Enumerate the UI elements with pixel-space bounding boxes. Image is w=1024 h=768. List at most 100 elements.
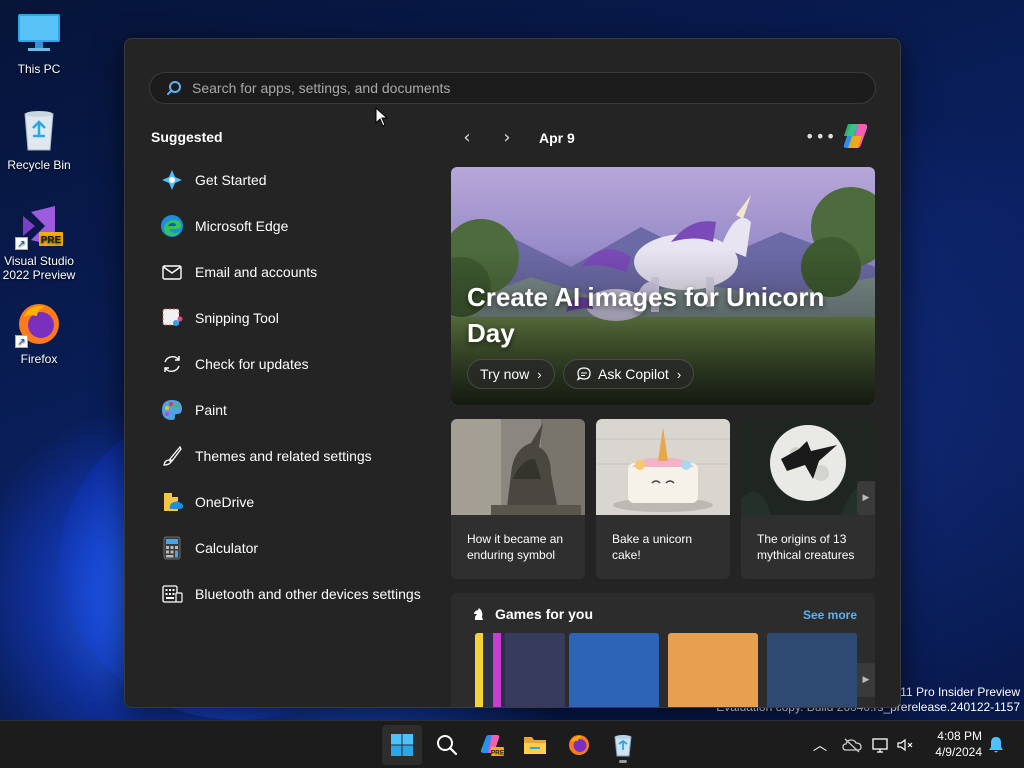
shortcut-arrow-icon: ↗ — [15, 335, 28, 348]
recycle-bin-icon — [15, 106, 63, 154]
file-explorer-button[interactable] — [515, 725, 555, 765]
desktop-icon-label: This PC — [17, 62, 61, 76]
suggested-item-email[interactable]: Email and accounts — [149, 249, 439, 295]
card-caption: How it became an enduring symbol — [467, 532, 564, 562]
try-now-label: Try now — [480, 366, 530, 382]
card-caption: Bake a unicorn cake! — [612, 532, 693, 562]
network-monitor-icon[interactable] — [872, 737, 890, 753]
paint-palette-icon — [159, 397, 185, 423]
suggested-item-check-updates[interactable]: Check for updates — [149, 341, 439, 387]
taskbar-clock[interactable]: 4:08 PM 4/9/2024 — [928, 728, 982, 760]
pre-badge: PRE — [491, 750, 504, 757]
suggested-item-get-started[interactable]: Get Started — [149, 157, 439, 203]
search-icon — [437, 735, 458, 756]
game-tile-2[interactable] — [569, 633, 659, 707]
monitor-icon — [15, 10, 63, 58]
chevron-left-icon[interactable]: ‹ — [455, 127, 479, 149]
running-indicator — [619, 760, 627, 763]
suggested-item-label: Themes and related settings — [195, 448, 372, 464]
taskbar-search-button[interactable] — [427, 725, 467, 765]
visual-studio-icon: PRE ↗ — [15, 202, 63, 250]
mouse-cursor-icon — [375, 107, 389, 127]
desktop-icon-this-pc[interactable]: This PC — [0, 10, 78, 76]
chevron-right-icon[interactable]: › — [495, 127, 519, 149]
copilot-icon: PRE — [480, 735, 504, 757]
chevron-up-icon[interactable]: ︿ — [810, 735, 830, 755]
ask-copilot-label: Ask Copilot — [598, 366, 669, 382]
desktop-icon-label: Visual Studio 2022 Preview — [2, 254, 76, 282]
brush-icon — [159, 443, 185, 469]
game-tile-4[interactable] — [767, 633, 857, 707]
search-input[interactable] — [192, 80, 792, 96]
pre-badge: PRE — [41, 235, 62, 246]
keyboard-devices-icon — [159, 581, 185, 607]
suggested-item-label: Microsoft Edge — [195, 218, 289, 234]
suggested-item-onedrive[interactable]: OneDrive — [149, 479, 439, 525]
suggested-item-edge[interactable]: Microsoft Edge — [149, 203, 439, 249]
copilot-icon[interactable] — [838, 121, 872, 151]
suggested-item-themes[interactable]: Themes and related settings — [149, 433, 439, 479]
sync-icon — [159, 351, 185, 377]
suggested-item-calculator[interactable]: Calculator — [149, 525, 439, 571]
see-more-link[interactable]: See more — [803, 608, 857, 622]
suggested-item-label: Calculator — [195, 540, 259, 556]
shortcut-arrow-icon: ↗ — [15, 237, 28, 250]
start-button[interactable] — [382, 725, 422, 765]
get-started-icon — [159, 167, 185, 193]
hero-card[interactable]: Create AI images for Unicorn Day Try now… — [451, 167, 875, 405]
search-icon — [167, 81, 181, 95]
ask-copilot-button[interactable]: Ask Copilot › — [563, 359, 695, 389]
suggested-item-label: OneDrive — [195, 494, 255, 510]
mail-icon — [159, 259, 185, 285]
dragon-moon-image — [741, 419, 875, 515]
unicorn-statue-image — [451, 419, 585, 515]
onedrive-offline-icon[interactable] — [842, 737, 862, 753]
feed-card-creatures[interactable]: The origins of 13 mythical creatures — [741, 419, 875, 579]
cards-scroll-right-icon[interactable]: ▶ — [857, 481, 875, 515]
feed-cards: How it became an enduring symbol Bake a … — [451, 419, 875, 579]
chevron-right-icon: › — [676, 366, 682, 382]
more-options-icon[interactable]: ••• — [805, 127, 836, 146]
feed-card-cake[interactable]: Bake a unicorn cake! — [596, 419, 730, 579]
suggested-item-paint[interactable]: Paint — [149, 387, 439, 433]
recycle-bin-icon — [614, 735, 632, 757]
firefox-icon: ↗ — [15, 300, 63, 348]
edge-icon — [159, 213, 185, 239]
games-scroll-right-icon[interactable]: ▶ — [857, 663, 875, 697]
game-tile-3[interactable] — [668, 633, 758, 707]
suggested-item-label: Bluetooth and other devices settings — [195, 586, 421, 602]
hero-title: Create AI images for Unicorn Day — [467, 282, 825, 348]
card-caption: The origins of 13 mythical creatures — [757, 532, 855, 562]
snipping-tool-icon — [159, 305, 185, 331]
desktop-icon-recycle-bin[interactable]: Recycle Bin — [0, 106, 78, 172]
clock-date: 4/9/2024 — [935, 745, 982, 759]
system-tray: ︿ — [810, 721, 926, 768]
games-title: Games for you — [495, 606, 594, 622]
games-section: Games for you See more ▶ — [451, 593, 875, 707]
volume-muted-icon[interactable] — [896, 737, 914, 753]
suggested-item-label: Email and accounts — [195, 264, 318, 280]
desktop-icon-label: Recycle Bin — [7, 158, 71, 172]
notification-bell-icon[interactable] — [987, 735, 1005, 755]
chess-knight-icon — [474, 608, 483, 620]
desktop-icon-firefox[interactable]: ↗ Firefox — [0, 300, 78, 366]
copilot-pre-button[interactable]: PRE — [471, 725, 511, 765]
feed-card-symbol[interactable]: How it became an enduring symbol — [451, 419, 585, 579]
start-menu: Suggested Get Started Microsoft Edge — [124, 38, 901, 708]
firefox-button[interactable] — [559, 725, 599, 765]
chevron-right-icon: › — [537, 366, 542, 382]
suggested-item-bluetooth[interactable]: Bluetooth and other devices settings — [149, 571, 439, 617]
suggested-heading: Suggested — [151, 129, 223, 145]
desktop-icon-visual-studio[interactable]: PRE ↗ Visual Studio 2022 Preview — [0, 202, 78, 282]
recycle-app-button[interactable] — [603, 725, 643, 765]
suggested-list: Get Started Microsoft Edge Email and acc… — [149, 157, 439, 617]
try-now-button[interactable]: Try now › — [467, 359, 555, 389]
game-tile-1[interactable] — [475, 633, 565, 707]
suggested-item-label: Snipping Tool — [195, 310, 279, 326]
desktop-icon-label: Firefox — [20, 352, 58, 366]
suggested-item-snipping-tool[interactable]: Snipping Tool — [149, 295, 439, 341]
feed-nav: ‹ › Apr 9 — [455, 127, 574, 149]
start-search-box[interactable] — [149, 72, 876, 104]
suggested-item-label: Check for updates — [195, 356, 309, 372]
windows-logo-icon — [391, 734, 413, 756]
